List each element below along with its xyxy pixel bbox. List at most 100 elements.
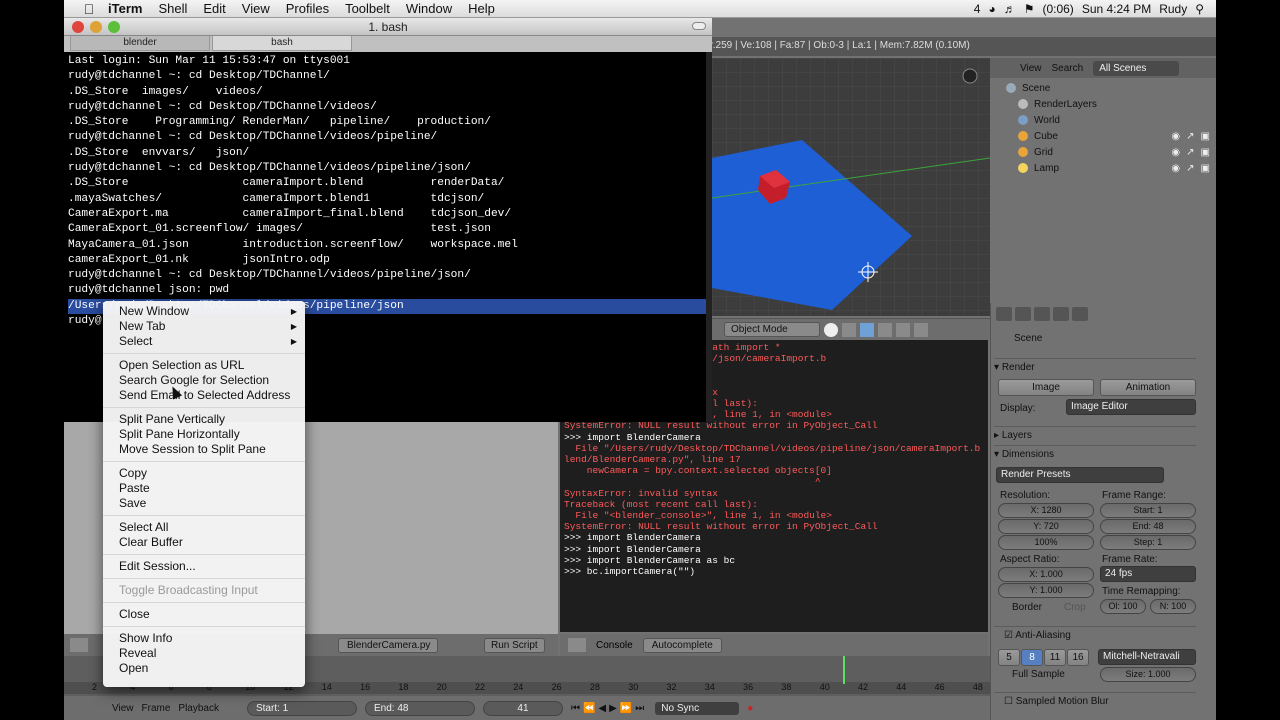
timeline-playback-menu[interactable]: Playback (178, 703, 219, 714)
menu-item-open[interactable]: Open (103, 661, 305, 676)
motion-blur-section-header[interactable]: ☐ Sampled Motion Blur (994, 692, 1196, 710)
frame-rate-dropdown[interactable]: 24 fps (1100, 566, 1196, 582)
console-menu[interactable]: Console (596, 640, 633, 651)
timeline-start-field[interactable]: Start: 1 (246, 700, 357, 716)
text-file-selector[interactable]: BlenderCamera.py (338, 637, 438, 653)
crop-checkbox[interactable]: Crop (1064, 602, 1094, 613)
outliner-item-grid[interactable]: Grid ◉ ↗ ▣ (994, 144, 1214, 160)
menu-item-new-window[interactable]: New Window ▶ (103, 304, 305, 319)
current-frame-cursor[interactable] (843, 656, 845, 684)
resolution-y-field[interactable]: Y: 720 (998, 519, 1094, 534)
menu-edit[interactable]: Edit (195, 1, 233, 16)
scale-icon[interactable] (914, 322, 928, 337)
aa-samples-11[interactable]: 11 (1044, 649, 1066, 666)
render-animation-button[interactable]: Animation (1100, 379, 1196, 396)
timeline-frame-menu[interactable]: Frame (142, 703, 171, 714)
dimensions-section-header[interactable]: ▾ Dimensions (994, 445, 1196, 463)
layers-section-header[interactable]: ▸ Layers (994, 426, 1196, 444)
shading-icon[interactable] (824, 322, 838, 337)
outliner-item-cube[interactable]: Cube ◉ ↗ ▣ (994, 128, 1214, 144)
menu-item-move-session-to-split-pane[interactable]: Move Session to Split Pane (103, 442, 305, 457)
flag-icon[interactable]: ⚑ (1024, 2, 1035, 16)
tab-bash[interactable]: bash (212, 36, 352, 51)
border-checkbox[interactable]: Border (994, 602, 1044, 613)
outliner-item-renderlayers[interactable]: RenderLayers (994, 96, 1214, 112)
eye-icon[interactable]: ◉ (1171, 163, 1180, 174)
playback-controls[interactable]: ⏮⏪◀▶⏩⏭ (571, 703, 647, 714)
autocomplete-button[interactable]: Autocomplete (642, 637, 722, 653)
menu-item-reveal[interactable]: Reveal (103, 646, 305, 661)
outliner-view-menu[interactable]: View (1020, 63, 1042, 74)
apple-menu-icon[interactable]:  (78, 1, 100, 17)
current-frame-field[interactable]: 41 (482, 700, 563, 716)
timeline-view-menu[interactable]: View (112, 703, 134, 714)
aa-samples-16[interactable]: 16 (1067, 649, 1089, 666)
pivot-icon[interactable] (842, 322, 856, 337)
clock[interactable]: Sun 4:24 PM (1082, 2, 1151, 16)
aspect-y-field[interactable]: Y: 1.000 (998, 583, 1094, 598)
menu-shell[interactable]: Shell (150, 1, 195, 16)
render-image-button[interactable]: Image (998, 379, 1094, 396)
menu-profiles[interactable]: Profiles (278, 1, 337, 16)
aa-filter-dropdown[interactable]: Mitchell-Netravali (1098, 649, 1196, 665)
menu-app-iterm[interactable]: iTerm (100, 1, 150, 16)
wifi-icon[interactable]: ◕ (988, 2, 995, 16)
cursor-icon[interactable]: ↗ (1186, 163, 1194, 174)
terminal-scrollbar[interactable] (706, 52, 712, 422)
menu-item-copy[interactable]: Copy (103, 466, 305, 481)
menu-item-select-all[interactable]: Select All (103, 520, 305, 535)
menu-toolbelt[interactable]: Toolbelt (337, 1, 398, 16)
menu-item-paste[interactable]: Paste (103, 481, 305, 496)
tab-blender[interactable]: blender (70, 36, 210, 51)
anti-aliasing-section-header[interactable]: ☑ Anti-Aliasing (994, 626, 1196, 644)
scene-tab-icon[interactable] (1015, 307, 1031, 321)
camera-icon[interactable]: ▣ (1201, 131, 1210, 142)
outliner-scenes-dropdown[interactable]: All Scenes (1093, 60, 1180, 76)
camera-icon[interactable]: ▣ (1201, 163, 1210, 174)
cursor-icon[interactable]: ↗ (1186, 131, 1194, 142)
render-section-header[interactable]: ▾ Render (994, 358, 1196, 376)
resolution-percent-field[interactable]: 100% (998, 535, 1094, 550)
time-remap-new-field[interactable]: N: 100 (1150, 599, 1196, 614)
status-extra-count[interactable]: 4 (974, 2, 981, 16)
eye-icon[interactable]: ◉ (1171, 131, 1180, 142)
toolbar-toggle-button[interactable] (692, 22, 706, 30)
aa-samples-8[interactable]: 8 (1021, 649, 1043, 666)
world-tab-icon[interactable] (1034, 307, 1050, 321)
sync-dropdown[interactable]: No Sync (655, 701, 740, 715)
menu-help[interactable]: Help (460, 1, 503, 16)
aa-size-field[interactable]: Size: 1.000 (1100, 667, 1196, 682)
outliner-item-world[interactable]: World (994, 112, 1214, 128)
editor-type-icon[interactable] (70, 638, 88, 652)
menu-item-open-selection-as-url[interactable]: Open Selection as URL (103, 358, 305, 373)
render-tab-icon[interactable] (996, 307, 1012, 321)
manipulator-icon[interactable] (860, 322, 874, 337)
frame-step-field[interactable]: Step: 1 (1100, 535, 1196, 550)
outliner-item-lamp[interactable]: Lamp ◉ ↗ ▣ (994, 160, 1214, 176)
close-window-button[interactable] (72, 21, 84, 33)
rotate-icon[interactable] (896, 322, 910, 337)
menu-window[interactable]: Window (398, 1, 460, 16)
menu-item-split-pane-vertically[interactable]: Split Pane Vertically (103, 412, 305, 427)
texture-tab-icon[interactable] (1072, 307, 1088, 321)
aa-samples-5[interactable]: 5 (998, 649, 1020, 666)
minimize-window-button[interactable] (90, 21, 102, 33)
menu-item-new-tab[interactable]: New Tab ▶ (103, 319, 305, 334)
menu-item-show-info[interactable]: Show Info (103, 631, 305, 646)
editor-type-icon[interactable] (568, 638, 586, 652)
battery-status[interactable]: (0:06) (1042, 2, 1073, 16)
object-mode-dropdown[interactable]: Object Mode (724, 322, 820, 337)
outliner-search-menu[interactable]: Search (1052, 63, 1084, 74)
eye-icon[interactable]: ◉ (1171, 147, 1180, 158)
menu-item-edit-session[interactable]: Edit Session... (103, 559, 305, 574)
display-dropdown[interactable]: Image Editor (1066, 399, 1196, 415)
menu-item-close[interactable]: Close (103, 607, 305, 622)
resolution-x-field[interactable]: X: 1280 (998, 503, 1094, 518)
render-presets-dropdown[interactable]: Render Presets (996, 467, 1164, 483)
timeline-end-field[interactable]: End: 48 (364, 700, 475, 716)
menu-item-save[interactable]: Save (103, 496, 305, 511)
camera-icon[interactable]: ▣ (1201, 147, 1210, 158)
run-script-button[interactable]: Run Script (484, 637, 545, 653)
aspect-x-field[interactable]: X: 1.000 (998, 567, 1094, 582)
user-name[interactable]: Rudy (1159, 2, 1187, 16)
